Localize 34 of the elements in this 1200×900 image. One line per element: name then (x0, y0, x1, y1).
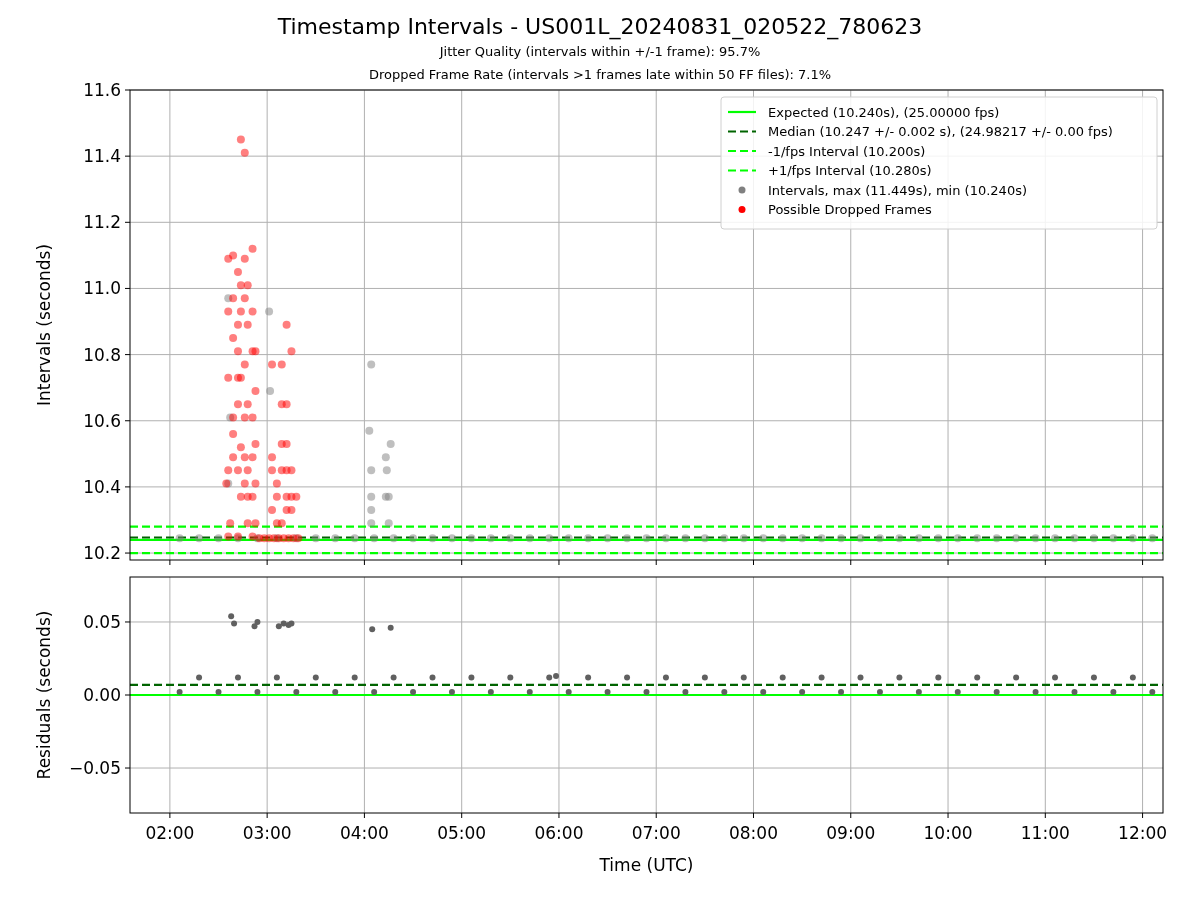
legend-label: Intervals, max (11.449s), min (10.240s) (768, 182, 1027, 198)
axis-tick-label: 09:00 (826, 823, 876, 843)
axis-tick-label: 08:00 (729, 823, 778, 843)
axis-tick-label: 12:00 (1118, 823, 1168, 843)
axis-tick-label: 11.6 (83, 80, 121, 100)
axis-tick-label: 0.00 (83, 685, 121, 705)
axis-tick-label: 10.4 (83, 476, 121, 497)
y-axis-label: Intervals (seconds) (34, 243, 54, 407)
legend-label: -1/fps Interval (10.200s) (768, 143, 926, 159)
figure-subtitle: Dropped Frame Rate (intervals >1 frames late within 50 FF files): 7.1% (368, 66, 832, 84)
axis-tick-label: 02:00 (145, 823, 195, 843)
axis-tick-label: 11.0 (83, 278, 121, 299)
axis-tick-label: 06:00 (534, 823, 584, 843)
legend-label: Expected (10.240s), (25.00000 fps) (768, 104, 1000, 120)
axis-tick-label: −0.05 (68, 758, 121, 778)
x-axis-label: Time (UTC) (599, 855, 694, 875)
axis-tick-label: 10.2 (83, 543, 121, 564)
axis-tick-label: 05:00 (437, 823, 487, 843)
axis-tick-label: 07:00 (631, 823, 681, 843)
axis-tick-label: 0.05 (83, 612, 121, 632)
figure-title: Timestamp Intervals - US001L_20240831_020522_780623 (277, 14, 923, 40)
figure-subtitle: Jitter Quality (intervals within +/-1 frame): 95.7% (439, 43, 761, 61)
legend-label: +1/fps Interval (10.280s) (768, 163, 932, 178)
axis-tick-label: 11.4 (83, 146, 121, 167)
y-axis-label: Residuals (seconds) (34, 610, 54, 780)
axis-tick-label: 11:00 (1020, 823, 1070, 843)
axis-tick-label: 10.8 (83, 344, 121, 365)
legend-label: Possible Dropped Frames (768, 202, 932, 217)
axis-tick-label: 10:00 (923, 823, 973, 843)
axis-tick-label: 04:00 (339, 823, 389, 843)
axis-tick-label: 10.6 (83, 410, 121, 431)
axis-tick-label: 03:00 (242, 823, 292, 843)
axis-tick-label: 11.2 (83, 212, 121, 233)
legend-label: Median (10.247 +/- 0.002 s), (24.98217 +/- 0.00 fps) (768, 124, 1113, 139)
